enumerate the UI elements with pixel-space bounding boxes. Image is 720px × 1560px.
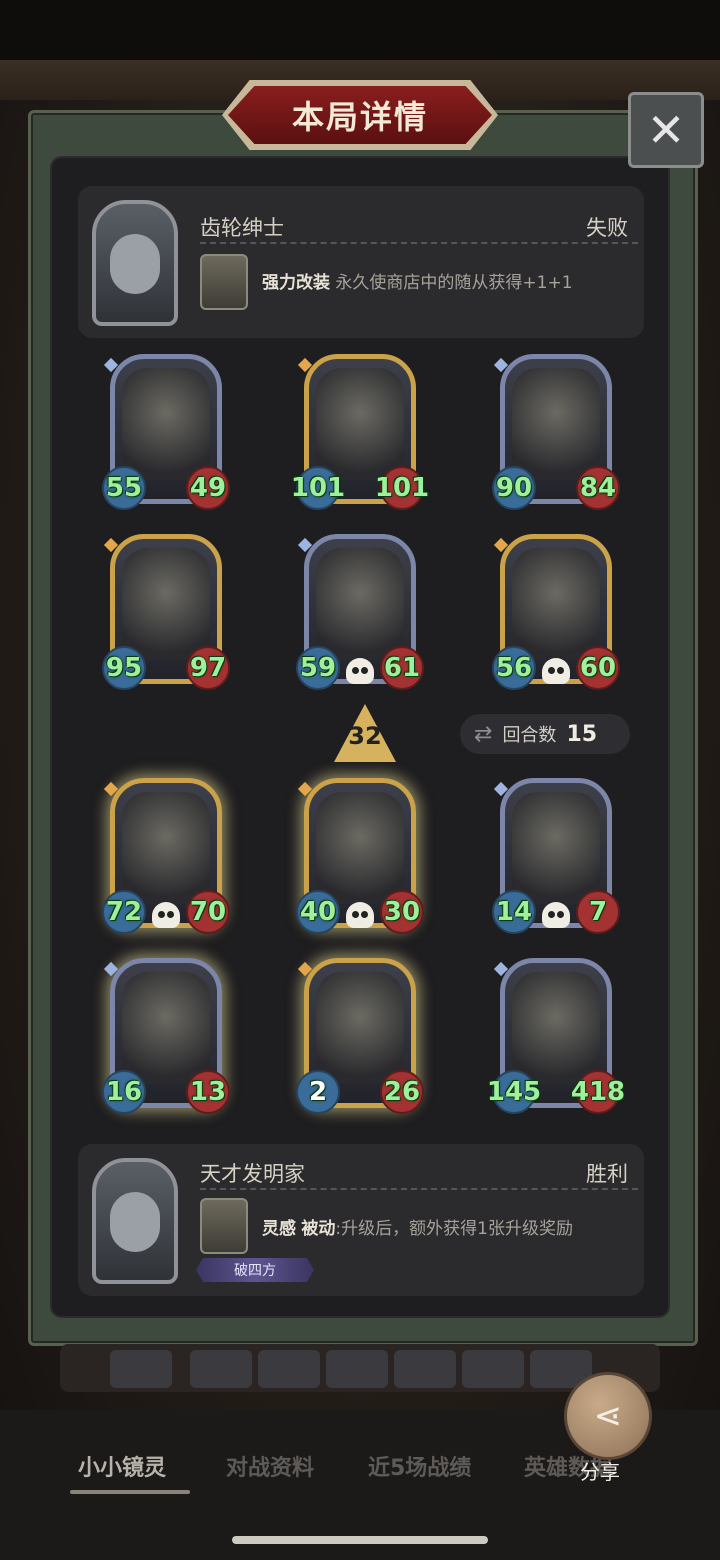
health-value: 7 (576, 890, 620, 934)
health-value: 13 (186, 1070, 230, 1114)
minion-card[interactable]: 59 61 (296, 534, 424, 694)
minion-card[interactable]: 95 97 (102, 534, 230, 694)
share-icon: ⋖ (593, 1396, 623, 1436)
skull-icon (346, 658, 374, 684)
skull-icon (152, 902, 180, 928)
opponent-hero-result: 失败 (586, 216, 628, 240)
attack-value: 55 (102, 466, 146, 510)
attack-value: 101 (291, 466, 345, 510)
minion-card[interactable]: 90 84 (492, 354, 620, 514)
rounds-value: 15 (566, 721, 598, 747)
minion-portrait (512, 972, 600, 1084)
minion-card[interactable]: 101 101 (291, 354, 429, 514)
close-button[interactable]: ✕ (628, 92, 704, 168)
tab-mini-spirit[interactable]: 小小镜灵 (78, 1450, 166, 1482)
lightbulb-skill-icon[interactable] (200, 1198, 248, 1254)
attack-value: 90 (492, 466, 536, 510)
minion-card[interactable]: 40 30 (296, 778, 424, 938)
health-value: 61 (380, 646, 424, 690)
minion-card[interactable]: 2 26 (296, 958, 424, 1118)
tray-slot (190, 1350, 252, 1388)
share-label[interactable]: 分享 (580, 1456, 620, 1485)
opponent-skill-desc: 永久使商店中的随从获得+1+1 (335, 273, 573, 293)
opponent-hero-name: 齿轮绅士 (200, 216, 284, 240)
tray-slot (394, 1350, 456, 1388)
minion-portrait (122, 972, 210, 1084)
skull-icon (542, 902, 570, 928)
minion-card[interactable]: 14 7 (492, 778, 620, 938)
minion-card[interactable]: 55 49 (102, 354, 230, 514)
divider (200, 1188, 638, 1190)
attack-value: 56 (492, 646, 536, 690)
opponent-skill-name: 强力改装 (262, 273, 330, 293)
divider (200, 242, 638, 244)
health-value: 26 (380, 1070, 424, 1114)
minion-portrait (122, 368, 210, 480)
minion-portrait (316, 548, 404, 660)
player-skill-name: 灵感 (262, 1219, 296, 1239)
health-value: 70 (186, 890, 230, 934)
attack-value: 145 (487, 1070, 541, 1114)
opponent-skill-text: 强力改装 永久使商店中的随从获得+1+1 (262, 268, 573, 293)
attack-value: 72 (102, 890, 146, 934)
player-hero-portrait[interactable] (92, 1158, 178, 1284)
health-value: 84 (576, 466, 620, 510)
minion-portrait (512, 548, 600, 660)
attack-value: 14 (492, 890, 536, 934)
minion-portrait (316, 368, 404, 480)
player-skill-tag: 被动 (301, 1219, 336, 1239)
tray-slot (462, 1350, 524, 1388)
health-value: 60 (576, 646, 620, 690)
card-tray (60, 1344, 660, 1392)
tavern-level: 32 (348, 722, 382, 750)
minion-portrait (122, 548, 210, 660)
player-hero-panel: 天才发明家 胜利 灵感 被动:升级后，额外获得1张升级奖励 破四方 (78, 1144, 644, 1296)
hero-title-badge: 破四方 (196, 1258, 314, 1282)
player-skill-desc: :升级后，额外获得1张升级奖励 (335, 1219, 573, 1239)
minion-card[interactable]: 145 418 (487, 958, 625, 1118)
player-hero-result: 胜利 (586, 1162, 628, 1186)
minion-portrait (316, 792, 404, 904)
opponent-hero-panel: 齿轮绅士 失败 强力改装 永久使商店中的随从获得+1+1 (78, 186, 644, 338)
dialog-title: 本局详情 (291, 98, 428, 136)
close-icon: ✕ (646, 103, 686, 157)
attack-value: 59 (296, 646, 340, 690)
tab-battle-info[interactable]: 对战资料 (226, 1450, 314, 1482)
health-value: 101 (375, 466, 429, 510)
health-value: 97 (186, 646, 230, 690)
tray-slot (258, 1350, 320, 1388)
minion-portrait (512, 792, 600, 904)
player-hero-name: 天才发明家 (200, 1162, 305, 1186)
opponent-hero-portrait[interactable] (92, 200, 178, 326)
tab-recent-matches[interactable]: 近5场战绩 (368, 1450, 471, 1482)
gear-skill-icon[interactable] (200, 254, 248, 310)
tray-slot (326, 1350, 388, 1388)
rounds-pill: ⇄ 回合数 15 (460, 714, 630, 754)
tray-slot (110, 1350, 172, 1388)
health-value: 418 (571, 1070, 625, 1114)
attack-value: 40 (296, 890, 340, 934)
skull-icon (542, 658, 570, 684)
active-tab-underline (70, 1490, 190, 1494)
health-value: 49 (186, 466, 230, 510)
attack-value: 16 (102, 1070, 146, 1114)
home-indicator[interactable] (232, 1536, 488, 1544)
minion-card[interactable]: 16 13 (102, 958, 230, 1118)
share-button[interactable]: ⋖ (564, 1372, 652, 1460)
minion-portrait (512, 368, 600, 480)
rounds-label: 回合数 (502, 725, 557, 746)
attack-value: 2 (296, 1070, 340, 1114)
repeat-icon: ⇄ (474, 721, 493, 747)
skull-icon (346, 902, 374, 928)
minion-card[interactable]: 72 70 (102, 778, 230, 938)
health-value: 30 (380, 890, 424, 934)
player-skill-text: 灵感 被动:升级后，额外获得1张升级奖励 (262, 1214, 573, 1239)
minion-portrait (122, 792, 210, 904)
attack-value: 95 (102, 646, 146, 690)
minion-portrait (316, 972, 404, 1084)
minion-card[interactable]: 56 60 (492, 534, 620, 694)
